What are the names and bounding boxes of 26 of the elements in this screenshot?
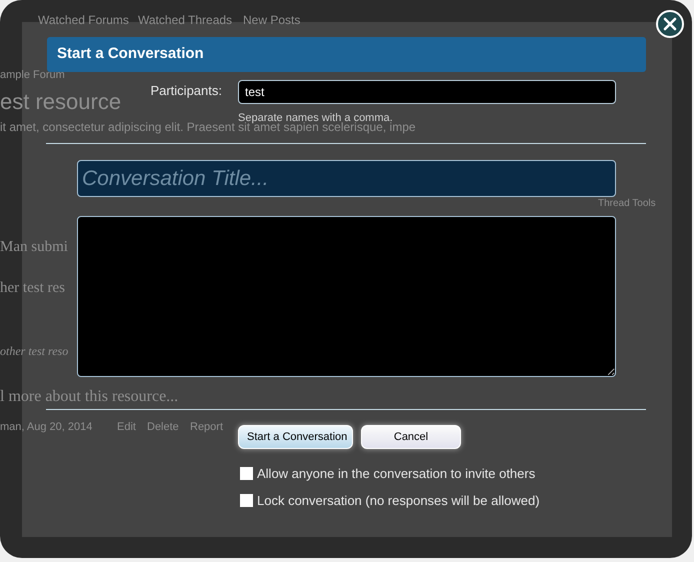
- participants-label: Participants:: [149, 82, 222, 98]
- dialog-title: Start a Conversation: [47, 37, 646, 72]
- cancel-button[interactable]: Cancel: [361, 425, 461, 449]
- participants-field[interactable]: test: [238, 80, 616, 104]
- post-text: Man submi: [0, 239, 68, 256]
- post-heading: l more about this resource...: [0, 388, 178, 406]
- post-action-link[interactable]: Report: [190, 421, 224, 434]
- post-text: other test reso: [0, 345, 68, 358]
- post-action-link[interactable]: Delete: [147, 421, 179, 434]
- checkbox[interactable]: [240, 467, 253, 480]
- checkbox-label: Lock conversation (no responses will be allowed): [257, 492, 540, 510]
- nav-link[interactable]: Watched Threads: [138, 14, 232, 28]
- post-action-link[interactable]: Edit: [117, 421, 136, 434]
- nav-link[interactable]: Watched Forums: [38, 14, 129, 28]
- page-tagline: it amet, consectetur adipiscing elit. Praesent sit amet sapien scelerisque, impe: [0, 121, 416, 134]
- breadcrumb-link[interactable]: ample Forum: [0, 69, 65, 82]
- thread-tools-menu[interactable]: Thread Tools: [598, 198, 656, 209]
- post-meta: man, Aug 20, 2014: [0, 421, 92, 434]
- page-title: est resource: [0, 90, 122, 114]
- checkbox[interactable]: [240, 494, 253, 507]
- checkbox-label: Allow anyone in the conversation to invite others: [257, 465, 536, 483]
- post-text: her test res: [0, 280, 65, 296]
- nav-link[interactable]: New Posts: [243, 14, 300, 28]
- start-conversation-button[interactable]: Start a Conversation: [238, 425, 353, 449]
- participants-hint: Separate names with a comma.: [238, 110, 393, 124]
- conversation-title-field[interactable]: Conversation Title...: [77, 160, 616, 197]
